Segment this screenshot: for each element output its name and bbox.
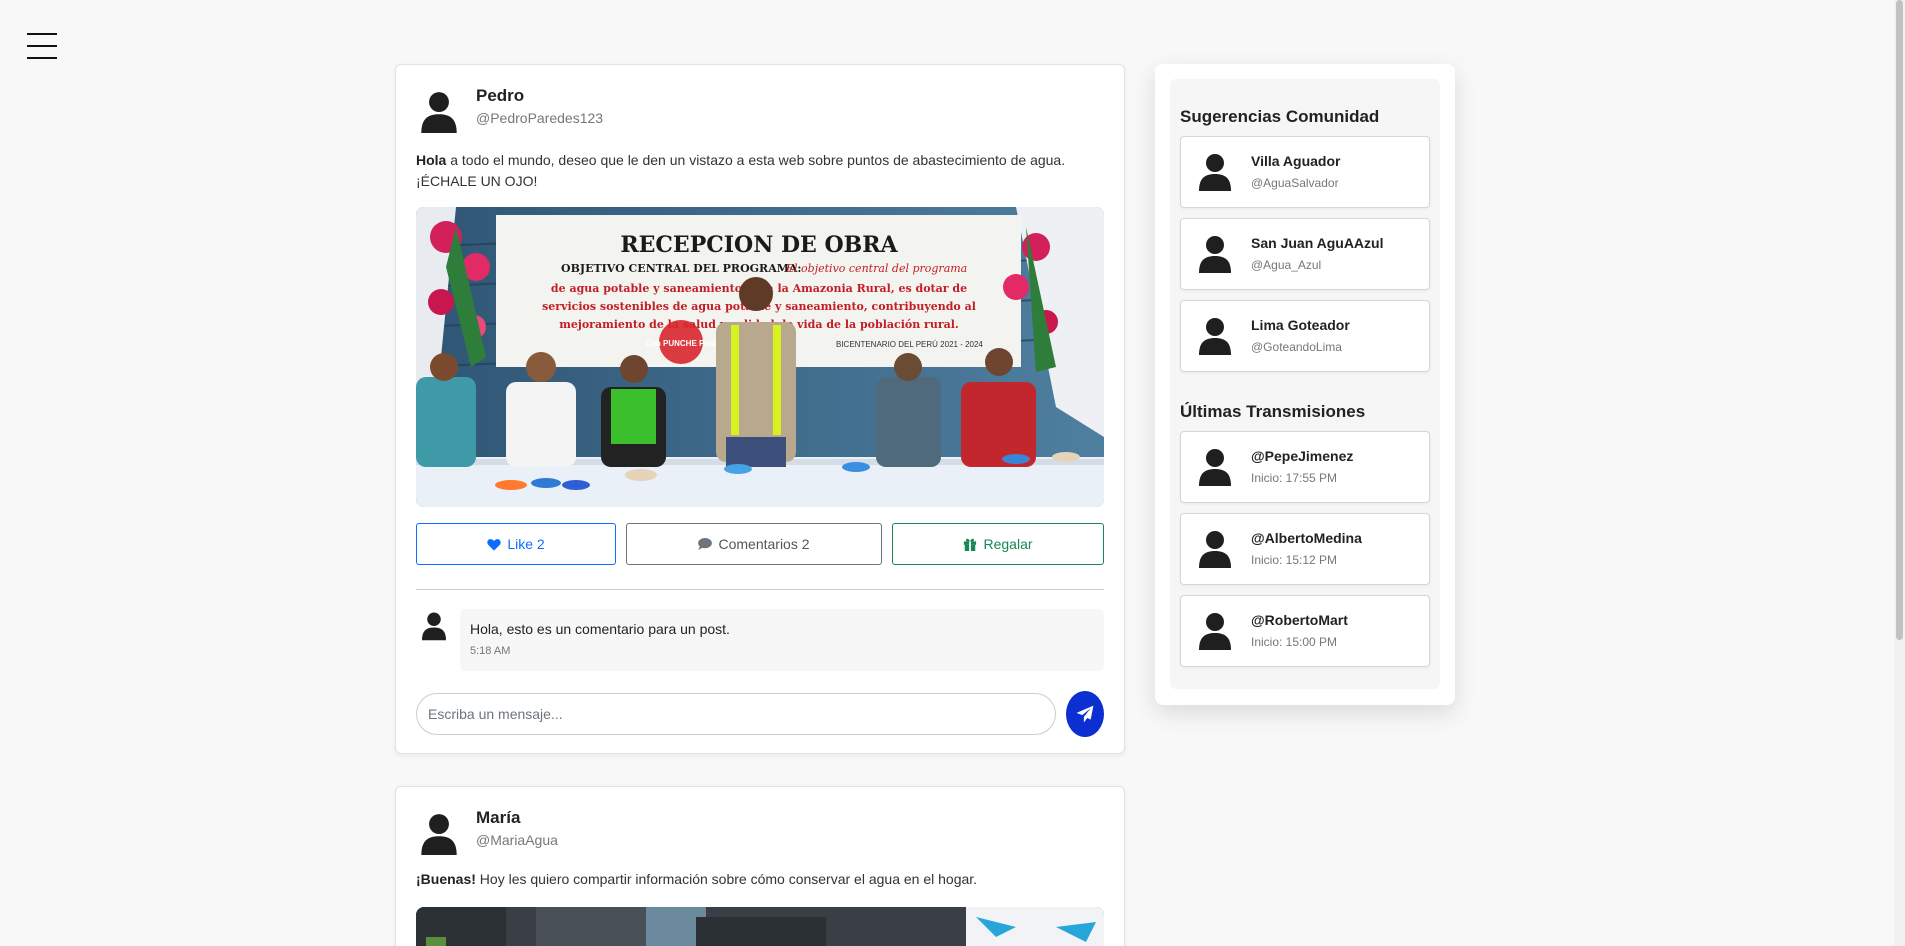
sidebar: Sugerencias Comunidad Villa Aguador @Agua…: [1155, 64, 1455, 705]
suggestion-handle: @GoteandoLima: [1251, 340, 1342, 354]
banner-line1: El objetivo central del programa: [785, 262, 967, 275]
post-header: Pedro @PedroParedes123: [416, 85, 603, 133]
user-avatar-icon: [1199, 612, 1231, 650]
user-avatar-icon: [1199, 317, 1231, 355]
post-text-bold: Hola: [416, 152, 447, 168]
stream-start: Inicio: 17:55 PM: [1251, 471, 1338, 485]
suggestion-handle: @Agua_Azul: [1251, 258, 1322, 272]
user-avatar-icon: [1199, 448, 1231, 486]
message-row: [416, 691, 1106, 737]
page-scrollbar[interactable]: [1894, 0, 1905, 946]
comment-time: 5:18 AM: [470, 645, 511, 657]
suggestion-card[interactable]: San Juan AguAAzul @Agua_Azul: [1180, 218, 1430, 290]
comment-text: Hola, esto es un comentario para un post…: [470, 621, 730, 637]
suggestion-name: Villa Aguador: [1251, 153, 1341, 169]
post-author-name[interactable]: Pedro: [476, 85, 603, 107]
divider: [416, 589, 1104, 590]
post-text: ¡Buenas! Hoy les quiero compartir inform…: [416, 871, 977, 887]
sidebar-panel: Sugerencias Comunidad Villa Aguador @Agua…: [1170, 79, 1440, 689]
suggestion-card[interactable]: Villa Aguador @AguaSalvador: [1180, 136, 1430, 208]
comment-item: Hola, esto es un comentario para un post…: [416, 609, 1104, 671]
stream-name: @PepeJimenez: [1251, 448, 1354, 464]
user-avatar-icon: [1199, 235, 1231, 273]
commenter-avatar-icon: [422, 611, 446, 641]
post-photo: [416, 907, 1104, 946]
user-avatar-icon: [1199, 153, 1231, 191]
message-input[interactable]: [416, 693, 1056, 735]
gift-label: Regalar: [983, 536, 1033, 552]
post-actions: Like 2 Comentarios 2 Regalar: [416, 523, 1104, 565]
hamburger-menu-icon[interactable]: [27, 33, 57, 59]
heart-icon: [487, 538, 501, 551]
send-button[interactable]: [1066, 691, 1104, 737]
suggestion-name: Lima Goteador: [1251, 317, 1350, 333]
post-header: María @MariaAgua: [416, 807, 558, 855]
paper-plane-icon: [1076, 705, 1094, 723]
banner-bicentenario: BICENTENARIO DEL PERÚ 2021 - 2024: [836, 340, 983, 349]
like-label: Like 2: [507, 536, 545, 552]
post-text-bold: ¡Buenas!: [416, 871, 476, 887]
post-text-body: Hoy les quiero compartir información sob…: [475, 871, 978, 887]
user-avatar-icon: [420, 91, 458, 133]
stream-card[interactable]: @AlbertoMedina Inicio: 15:12 PM: [1180, 513, 1430, 585]
post-text: Hola a todo el mundo, deseo que le den u…: [416, 150, 1106, 192]
stream-name: @AlbertoMedina: [1251, 530, 1362, 546]
stream-start: Inicio: 15:00 PM: [1251, 635, 1338, 649]
user-avatar-icon: [420, 813, 458, 855]
banner-line1-bold: OBJETIVO CENTRAL DEL PROGRAMA:: [561, 262, 802, 275]
comments-button[interactable]: Comentarios 2: [626, 523, 882, 565]
event-photo: RECEPCION DE OBRA OBJETIVO CENTRAL DEL P…: [416, 207, 1104, 507]
post-text-body: a todo el mundo, deseo que le den un vis…: [416, 152, 1066, 189]
suggestion-name: San Juan AguAAzul: [1251, 235, 1384, 251]
banner-logo-text: Con PUNCHE Perú: [645, 339, 717, 348]
user-avatar-icon: [1199, 530, 1231, 568]
post-image[interactable]: RECEPCION DE OBRA OBJETIVO CENTRAL DEL P…: [416, 207, 1104, 507]
comment-bubble-icon: [698, 538, 713, 550]
suggestion-handle: @AguaSalvador: [1251, 176, 1339, 190]
post-author-name[interactable]: María: [476, 807, 558, 829]
post-card: María @MariaAgua ¡Buenas! Hoy les quiero…: [395, 786, 1125, 946]
streams-title: Últimas Transmisiones: [1180, 402, 1366, 421]
gift-button[interactable]: Regalar: [892, 523, 1104, 565]
suggestion-card[interactable]: Lima Goteador @GoteandoLima: [1180, 300, 1430, 372]
stream-start: Inicio: 15:12 PM: [1251, 553, 1338, 567]
comments-label: Comentarios 2: [718, 536, 810, 552]
suggestions-title: Sugerencias Comunidad: [1180, 107, 1380, 126]
gift-icon: [964, 538, 977, 551]
post-card: Pedro @PedroParedes123 Hola a todo el mu…: [395, 64, 1125, 754]
scrollbar-thumb[interactable]: [1896, 0, 1903, 640]
post-author-handle[interactable]: @MariaAgua: [476, 829, 558, 851]
stream-name: @RobertoMart: [1251, 612, 1348, 628]
like-button[interactable]: Like 2: [416, 523, 616, 565]
banner-title: RECEPCION DE OBRA: [620, 232, 898, 258]
post-image[interactable]: [416, 907, 1104, 946]
comment-bubble: Hola, esto es un comentario para un post…: [460, 609, 1104, 671]
stream-card[interactable]: @PepeJimenez Inicio: 17:55 PM: [1180, 431, 1430, 503]
post-author-handle[interactable]: @PedroParedes123: [476, 107, 603, 129]
stream-card[interactable]: @RobertoMart Inicio: 15:00 PM: [1180, 595, 1430, 667]
